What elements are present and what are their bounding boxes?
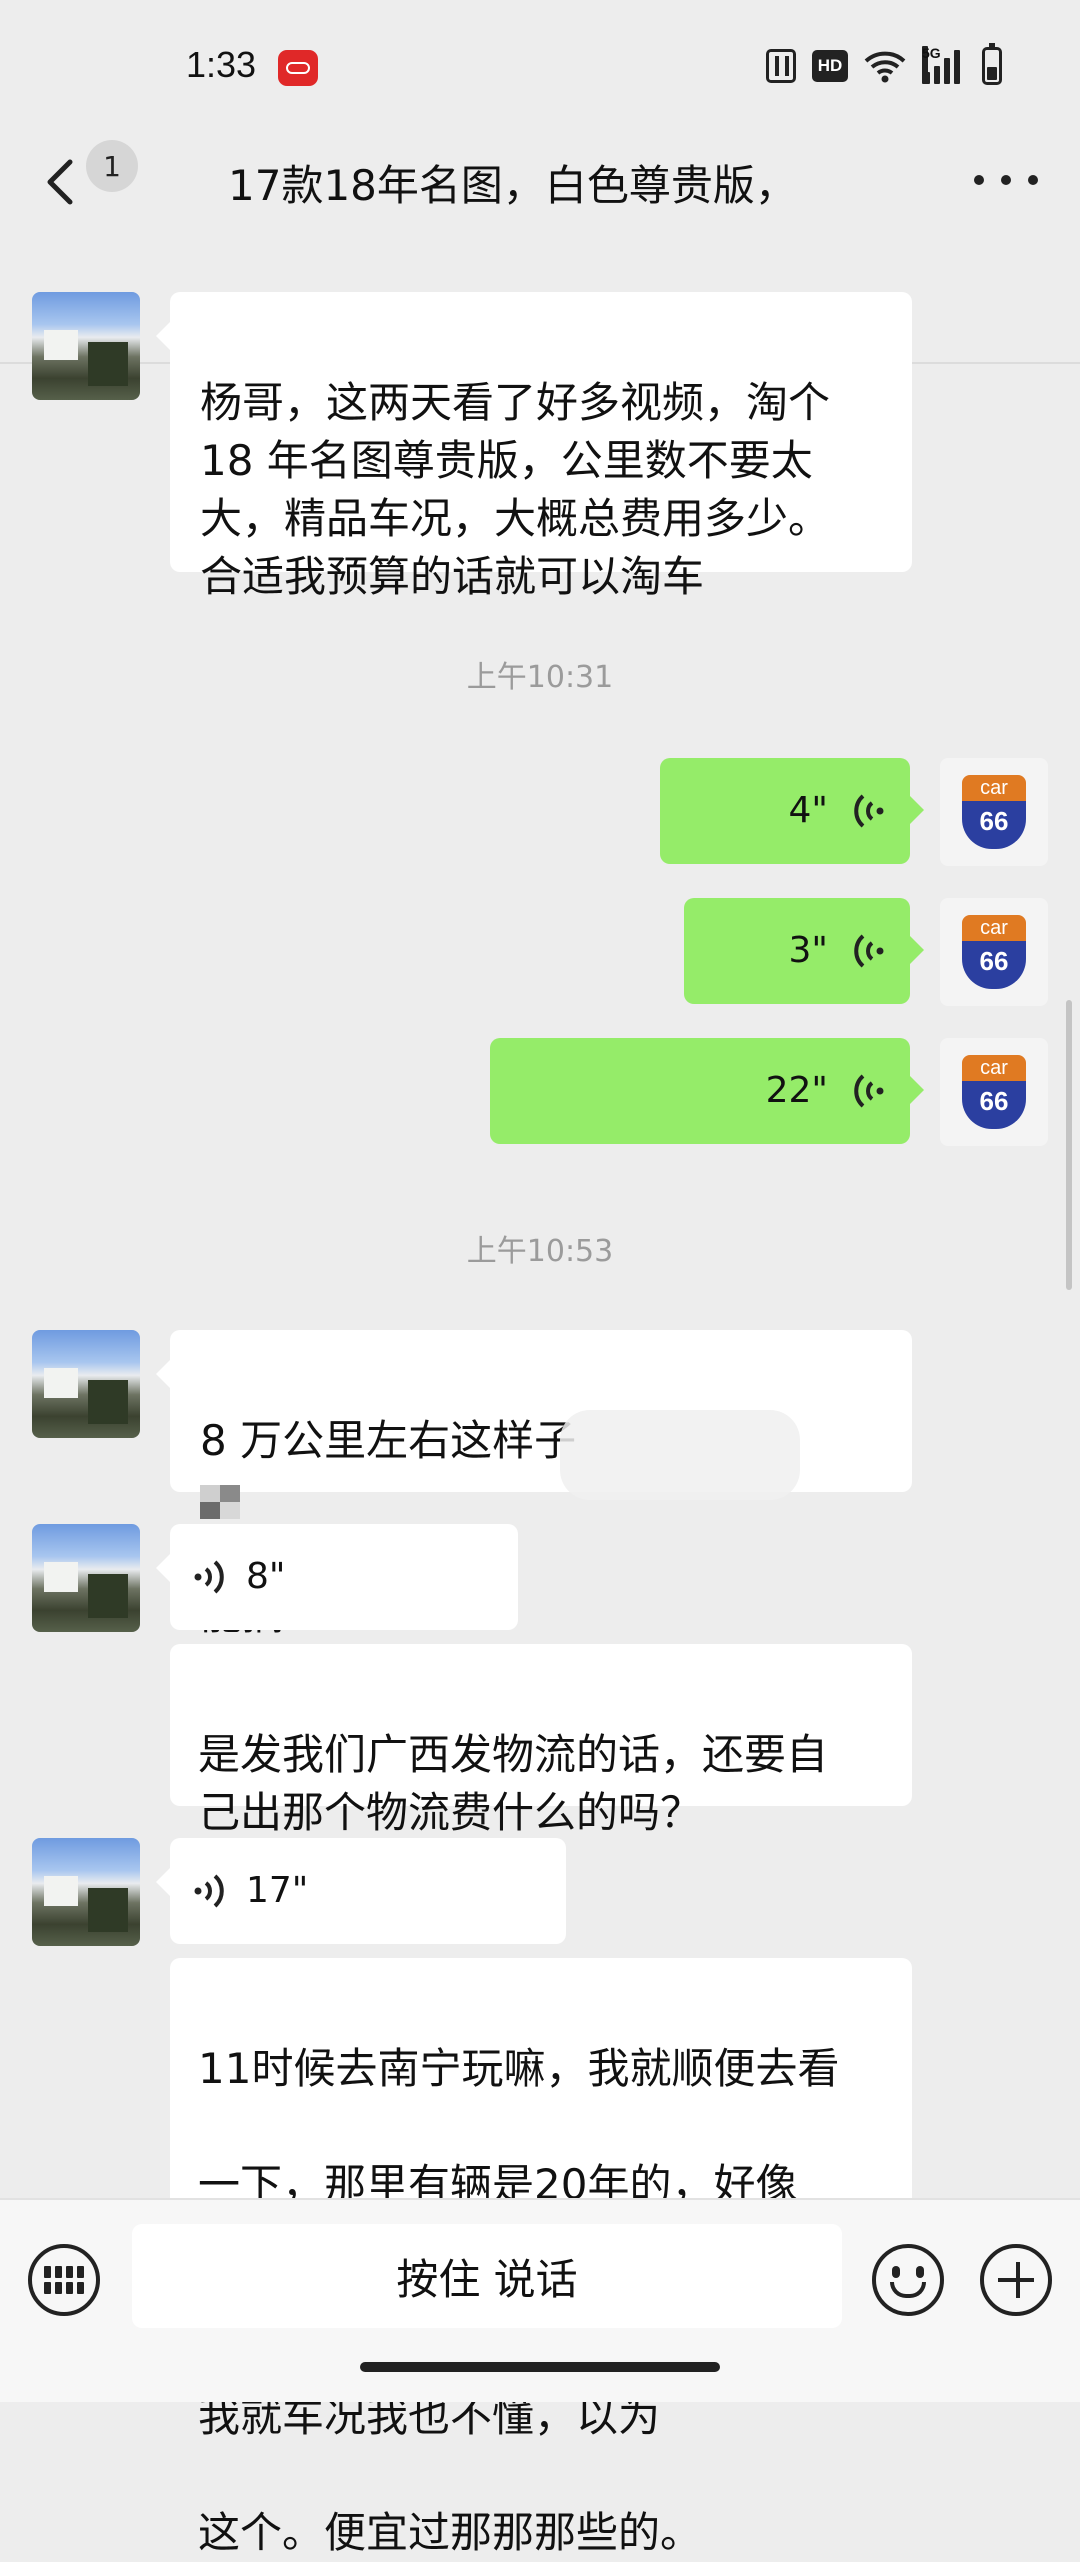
status-icons: HD 5G [766,43,1002,86]
voice-message-bubble[interactable]: 4" [660,758,924,864]
unread-count-badge: 1 [86,140,138,192]
message-timestamp: 上午10:53 [466,1234,614,1269]
chat-title: 17款18年名图，白色尊贵版， [228,161,797,210]
voice-duration: 4" [788,790,828,831]
chevron-left-icon [47,159,73,205]
friend-avatar[interactable] [32,1838,140,1946]
car-app-notification-icon [278,50,318,86]
battery-icon [982,43,1002,85]
keyboard-icon [44,2266,84,2294]
voice-message-bubble[interactable]: 3" [684,898,924,1004]
scrollbar[interactable] [1066,1000,1072,1290]
back-button[interactable] [40,156,88,208]
voice-message-bubble[interactable]: 17" [156,1838,566,1944]
more-actions-button[interactable] [980,2244,1052,2316]
voice-duration: 8" [246,1556,286,1597]
message-text: 8 万公里左右这样子 [200,1416,577,1465]
cellular-signal-icon: 5G [922,46,966,84]
wifi-icon [864,48,906,84]
home-indicator[interactable] [360,2362,720,2372]
my-avatar[interactable]: car 66 [940,898,1048,1006]
friend-avatar[interactable] [32,1524,140,1632]
message-text-bubble[interactable]: 杨哥，这两天看了好多视频，淘个 18 年名图尊贵版，公里数不要太 大，精品车况，… [156,292,912,601]
friend-avatar[interactable] [32,292,140,400]
nfc-icon [766,49,796,83]
car66-logo: car 66 [962,915,1026,989]
hd-voice-icon: HD [812,50,848,82]
voice-wave-icon [850,931,884,971]
voice-message-bubble[interactable]: 8" [156,1524,518,1630]
message-timestamp: 上午10:31 [466,660,614,695]
message-text-bubble[interactable]: 8 万公里左右这样子 能搞 到不 [156,1330,912,1755]
voice-wave-icon [850,1071,884,1111]
status-time: 1:33 [186,44,257,85]
message-text: 11时候去南宁玩嘛，我就顺便去看 [198,2044,840,2093]
voice-duration: 17" [246,1870,309,1911]
car66-logo: car 66 [962,1055,1026,1129]
friend-avatar[interactable] [32,1330,140,1438]
voice-duration: 3" [788,930,828,971]
message-text: 是发我们广西发物流的话，还要自 己出那个物流费什么的吗？ [198,1730,829,1837]
keyboard-toggle-button[interactable] [28,2244,100,2316]
car66-logo: car 66 [962,775,1026,849]
message-text-bubble[interactable]: 是发我们广西发物流的话，还要自 己出那个物流费什么的吗？ [170,1644,912,1837]
voice-duration: 22" [765,1070,828,1111]
redaction-smudge [560,1410,800,1500]
voice-wave-icon [194,1871,228,1911]
more-options-button[interactable] [974,160,1038,200]
voice-wave-icon [850,791,884,831]
message-text: 杨哥，这两天看了好多视频，淘个 18 年名图尊贵版，公里数不要太 大，精品车况，… [200,378,831,601]
redacted-mosaic [200,1484,240,1519]
hold-to-talk-button[interactable]: 按住 说话 [132,2224,842,2328]
status-bar: 1:33 HD 5G [0,0,1080,130]
chat-header: 17款18年名图，白色尊贵版， [0,130,1080,364]
message-text: 这个。便宜过那那那些的。 [198,2508,703,2557]
voice-message-bubble[interactable]: 22" [490,1038,924,1144]
voice-wave-icon [194,1557,228,1597]
my-avatar[interactable]: car 66 [940,1038,1048,1146]
emoji-button[interactable] [872,2244,944,2316]
my-avatar[interactable]: car 66 [940,758,1048,866]
